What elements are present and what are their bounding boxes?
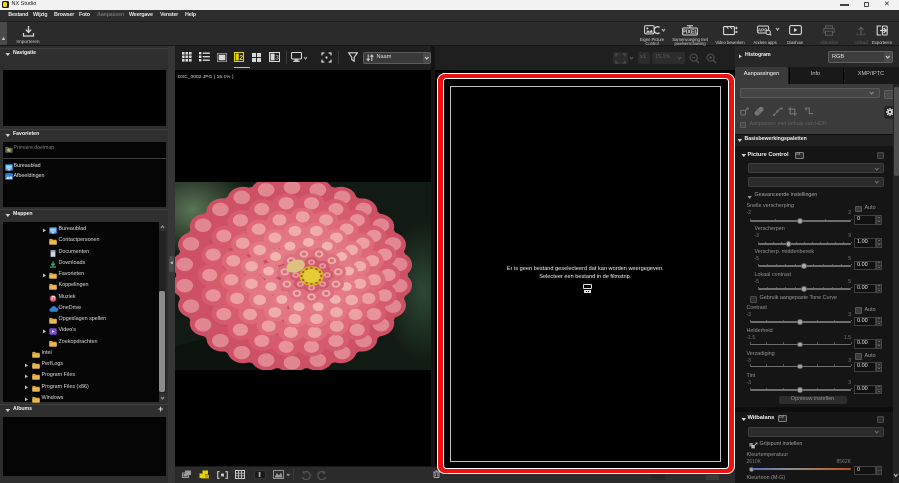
svg-text:3: 3 xyxy=(275,55,279,62)
svg-text:2: 2 xyxy=(239,55,243,62)
svg-text:PIXEL: PIXEL xyxy=(682,30,698,36)
